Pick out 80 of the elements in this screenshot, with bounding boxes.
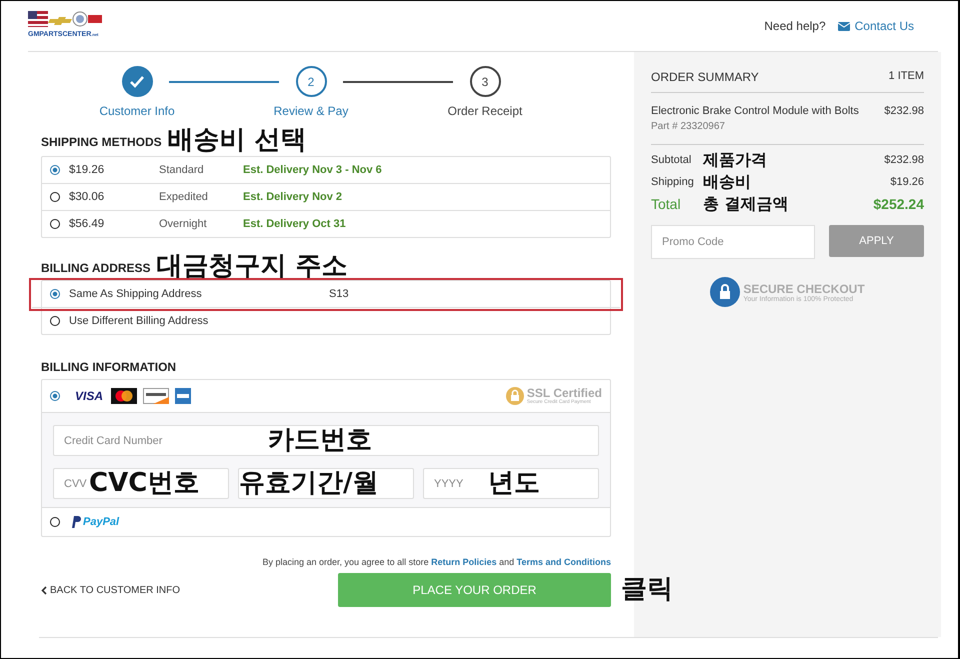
delivery-estimate: Est. Delivery Oct 31 bbox=[243, 218, 346, 230]
option-price: $56.49 bbox=[69, 218, 106, 230]
agreement-text: By placing an order, you agree to all store Return Policies and Terms and Conditions bbox=[261, 557, 611, 567]
paypal-icon bbox=[71, 516, 81, 528]
annotation-text: 년도 bbox=[488, 467, 540, 500]
part-number: Part # 23320967 bbox=[651, 121, 726, 132]
total-label: Shipping bbox=[651, 176, 695, 188]
item-name: Electronic Brake Control Module with Bolts bbox=[651, 105, 859, 117]
radio-button[interactable] bbox=[50, 192, 60, 202]
address-option[interactable]: Use Different Billing Address bbox=[42, 308, 610, 334]
step-circle: 3 bbox=[470, 66, 500, 97]
total-value: $252.24 bbox=[873, 196, 924, 212]
delivery-estimate: Est. Delivery Nov 3 - Nov 6 bbox=[243, 164, 382, 176]
radio-button[interactable] bbox=[50, 219, 60, 229]
help-text: Need help? bbox=[764, 19, 826, 33]
discover-card-icon bbox=[143, 388, 170, 404]
mastercard-icon bbox=[111, 388, 138, 404]
radio-button[interactable] bbox=[50, 289, 60, 299]
step-label: Review & Pay bbox=[274, 104, 348, 118]
section-title: BILLING INFORMATION bbox=[41, 360, 176, 374]
back-link[interactable]: BACK TO CUSTOMER INFO bbox=[41, 584, 180, 596]
section-title: BILLING ADDRESS bbox=[41, 261, 151, 275]
option-method: Overnight bbox=[159, 218, 208, 230]
visa-logo: VISA bbox=[75, 389, 104, 403]
radio-button[interactable] bbox=[50, 316, 60, 326]
placeholder-text: CVV bbox=[64, 478, 87, 490]
annotation-text: CVC번호 bbox=[89, 467, 200, 500]
summary-title: ORDER SUMMARY bbox=[651, 70, 759, 84]
padlock-icon bbox=[710, 277, 740, 307]
option-label: Use Different Billing Address bbox=[69, 315, 210, 327]
section-title: SHIPPING METHODS bbox=[41, 135, 162, 149]
radio-button[interactable] bbox=[50, 391, 60, 401]
option-label: Same As Shipping Address bbox=[69, 288, 203, 300]
check-icon bbox=[130, 76, 144, 88]
total-label: Total bbox=[651, 196, 682, 212]
annotation-text: 클릭 bbox=[621, 573, 673, 606]
return-policies-link[interactable]: Return Policies bbox=[431, 557, 497, 567]
item-price: $232.98 bbox=[884, 105, 924, 117]
step-label: Customer Info bbox=[99, 104, 175, 118]
terms-link[interactable]: Terms and Conditions bbox=[516, 557, 611, 567]
mail-icon bbox=[838, 22, 850, 30]
total-value: $232.98 bbox=[884, 154, 924, 166]
address-text: S13 bbox=[329, 288, 349, 300]
annotation-text: 유효기간/월 bbox=[239, 467, 378, 500]
input-field[interactable]: 유효기간/월 bbox=[238, 468, 414, 499]
radio-button[interactable] bbox=[50, 517, 60, 527]
radio-button[interactable] bbox=[50, 165, 60, 175]
option-method: Expedited bbox=[159, 191, 209, 203]
annotation-text: 제품가격 bbox=[703, 150, 767, 170]
total-value: $19.26 bbox=[890, 176, 924, 188]
delivery-estimate: Est. Delivery Nov 2 bbox=[243, 191, 342, 203]
promo-code-field[interactable]: Promo Code bbox=[651, 225, 815, 259]
annotation-text: 배송비 bbox=[703, 172, 751, 192]
annotation-text: 카드번호 bbox=[268, 424, 372, 457]
placeholder-text: Credit Card Number bbox=[64, 434, 162, 446]
annotation-text: 배송비 선택 bbox=[168, 124, 307, 156]
contact-link[interactable]: Contact Us bbox=[838, 19, 914, 33]
shipping-option[interactable]: $30.06 Expedited Est. Delivery Nov 2 bbox=[42, 184, 610, 211]
shipping-option[interactable]: $19.26 Standard Est. Delivery Nov 3 - Nov 6 bbox=[42, 157, 610, 184]
option-price: $19.26 bbox=[69, 164, 106, 176]
chevron-left-icon bbox=[41, 586, 47, 594]
item-count: 1 ITEM bbox=[888, 70, 924, 84]
amex-card-icon bbox=[175, 388, 192, 404]
input-field[interactable]: YYYY 년도 bbox=[423, 468, 599, 499]
step-label: Order Receipt bbox=[448, 104, 522, 118]
padlock-icon bbox=[506, 387, 524, 405]
option-method: Standard bbox=[159, 164, 205, 176]
secure-title: SECURE CHECKOUT bbox=[743, 282, 865, 296]
option-price: $30.06 bbox=[69, 191, 106, 203]
annotation-text: 대금청구지 주소 bbox=[156, 250, 348, 282]
card-number-field[interactable]: Credit Card Number 카드번호 bbox=[53, 425, 599, 456]
placeholder-text: YYYY bbox=[434, 478, 464, 490]
ssl-title: SSL Certified bbox=[526, 387, 602, 399]
shipping-option[interactable]: $56.49 Overnight Est. Delivery Oct 31 bbox=[42, 211, 610, 237]
logo-icon bbox=[28, 11, 102, 29]
paypal-logo: PayPal bbox=[83, 516, 120, 528]
step-circle: 2 bbox=[296, 66, 326, 97]
total-label: Subtotal bbox=[651, 154, 692, 166]
annotation-text: 총 결제금액 bbox=[703, 194, 789, 214]
address-option[interactable]: Same As Shipping Address S13 bbox=[32, 281, 620, 308]
